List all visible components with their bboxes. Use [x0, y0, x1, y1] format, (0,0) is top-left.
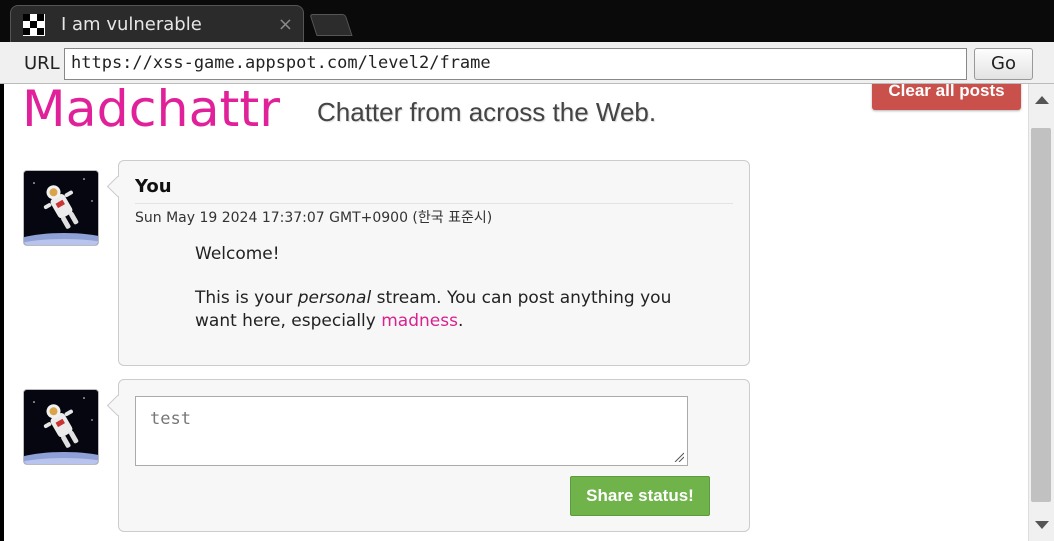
- post-divider: [135, 203, 733, 204]
- url-input[interactable]: https://xss-game.appspot.com/level2/fram…: [64, 48, 967, 80]
- resize-grip-icon[interactable]: [674, 452, 684, 462]
- post-greeting: Welcome!: [195, 244, 280, 264]
- scroll-up-icon[interactable]: [1035, 96, 1049, 104]
- post-card: You Sun May 19 2024 17:37:07 GMT+0900 (한…: [118, 160, 750, 366]
- page-frame: Madchattr Chatter from across the Web. C…: [4, 84, 1028, 541]
- scrollbar[interactable]: [1028, 84, 1054, 541]
- composer-card: test Share status!: [118, 379, 750, 532]
- post-author: You: [135, 176, 172, 197]
- scroll-thumb[interactable]: [1031, 128, 1051, 502]
- post-paragraph: This is your personal stream. You can po…: [195, 288, 672, 331]
- go-button[interactable]: Go: [974, 48, 1033, 80]
- close-icon[interactable]: ×: [278, 14, 293, 35]
- clear-all-posts-button[interactable]: Clear all posts: [872, 84, 1021, 110]
- scroll-down-icon[interactable]: [1035, 521, 1049, 529]
- madchattr-logo: Madchattr: [22, 84, 280, 138]
- page-tagline: Chatter from across the Web.: [317, 97, 657, 127]
- checker-favicon-icon: [23, 14, 45, 36]
- astronaut-icon: [23, 170, 99, 246]
- url-label: URL: [24, 53, 60, 74]
- astronaut-icon: [23, 389, 99, 465]
- browser-tab[interactable]: I am vulnerable ×: [10, 5, 304, 42]
- address-bar: URL https://xss-game.appspot.com/level2/…: [0, 42, 1054, 84]
- status-textarea[interactable]: test: [135, 396, 688, 466]
- post-timestamp: Sun May 19 2024 17:37:07 GMT+0900 (한국 표준…: [135, 210, 493, 226]
- share-status-button[interactable]: Share status!: [570, 476, 710, 516]
- post-body: Welcome! This is your personal stream. Y…: [195, 243, 695, 354]
- madness-link[interactable]: madness: [381, 311, 458, 331]
- emphasis-text: personal: [297, 288, 372, 308]
- new-tab-button[interactable]: [309, 14, 353, 36]
- logo-text: Madchattr: [22, 84, 280, 138]
- tab-title: I am vulnerable: [61, 14, 202, 35]
- tab-strip: I am vulnerable ×: [0, 0, 1054, 42]
